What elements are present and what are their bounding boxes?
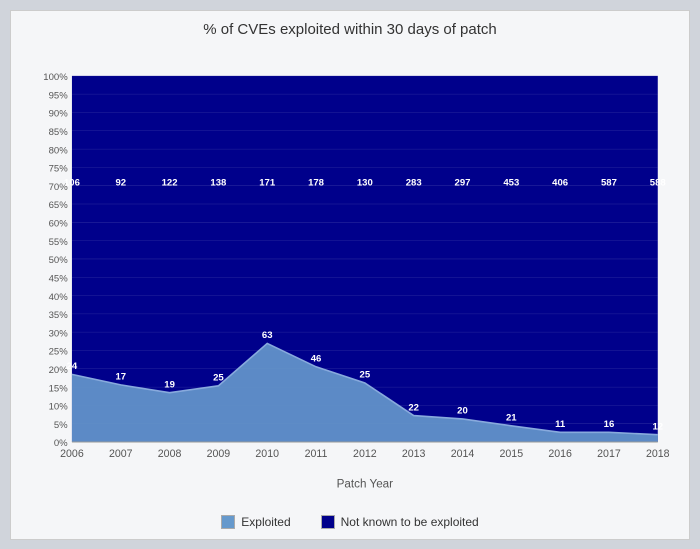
svg-text:2016: 2016 [548, 447, 572, 459]
svg-text:130: 130 [357, 177, 373, 188]
svg-text:Patch Year: Patch Year [337, 477, 394, 490]
svg-text:2018: 2018 [646, 447, 670, 459]
svg-text:12: 12 [652, 421, 663, 432]
svg-text:2011: 2011 [305, 447, 328, 459]
svg-text:283: 283 [406, 177, 422, 188]
svg-text:17: 17 [115, 371, 126, 382]
svg-text:25%: 25% [49, 346, 69, 357]
svg-text:406: 406 [552, 177, 568, 188]
svg-text:122: 122 [162, 177, 178, 188]
legend-exploited: Exploited [221, 515, 290, 529]
chart-legend: Exploited Not known to be exploited [221, 515, 478, 529]
svg-text:65%: 65% [49, 200, 69, 211]
svg-text:80%: 80% [49, 145, 69, 156]
svg-text:25: 25 [360, 369, 371, 380]
chart-container: % of CVEs exploited within 30 days of pa… [10, 10, 690, 540]
svg-text:2012: 2012 [353, 447, 377, 459]
svg-text:95%: 95% [49, 90, 69, 101]
svg-text:22: 22 [408, 402, 419, 413]
svg-text:453: 453 [503, 177, 519, 188]
svg-text:100%: 100% [43, 72, 68, 83]
svg-text:20%: 20% [49, 365, 69, 376]
svg-text:178: 178 [308, 177, 325, 188]
svg-text:45%: 45% [49, 273, 69, 284]
svg-text:171: 171 [259, 177, 276, 188]
svg-text:106: 106 [64, 177, 80, 188]
svg-text:19: 19 [164, 379, 175, 390]
svg-text:588: 588 [650, 177, 667, 188]
svg-text:2010: 2010 [255, 447, 279, 459]
svg-text:30%: 30% [49, 328, 69, 339]
legend-not-exploited-box [321, 515, 335, 529]
svg-text:46: 46 [311, 353, 322, 364]
svg-text:2006: 2006 [60, 447, 84, 459]
svg-text:92: 92 [115, 177, 126, 188]
svg-text:90%: 90% [49, 108, 69, 119]
svg-text:85%: 85% [49, 127, 69, 138]
legend-exploited-label: Exploited [241, 515, 290, 529]
svg-text:40%: 40% [49, 291, 69, 302]
chart-svg: 0%5%10%15%20%25%30%35%40%45%50%55%60%65%… [21, 44, 679, 511]
svg-text:297: 297 [455, 177, 471, 188]
svg-text:60%: 60% [49, 218, 69, 229]
svg-text:20: 20 [457, 405, 468, 416]
chart-area: 0%5%10%15%20%25%30%35%40%45%50%55%60%65%… [21, 44, 679, 511]
svg-text:15%: 15% [49, 383, 69, 394]
svg-text:55%: 55% [49, 236, 69, 247]
svg-text:50%: 50% [49, 255, 69, 266]
svg-text:2017: 2017 [597, 447, 621, 459]
svg-text:2015: 2015 [500, 447, 524, 459]
svg-text:21: 21 [506, 412, 517, 423]
svg-text:587: 587 [601, 177, 617, 188]
svg-text:2014: 2014 [451, 447, 475, 459]
legend-exploited-box [221, 515, 235, 529]
svg-text:2008: 2008 [158, 447, 182, 459]
svg-text:35%: 35% [49, 310, 69, 321]
chart-title: % of CVEs exploited within 30 days of pa… [203, 21, 497, 38]
legend-not-exploited: Not known to be exploited [321, 515, 479, 529]
svg-text:16: 16 [604, 418, 615, 429]
svg-text:11: 11 [555, 419, 566, 430]
svg-text:63: 63 [262, 330, 273, 341]
svg-text:75%: 75% [49, 163, 69, 174]
svg-text:138: 138 [210, 177, 227, 188]
legend-not-exploited-label: Not known to be exploited [341, 515, 479, 529]
svg-text:24: 24 [67, 361, 78, 372]
svg-text:10%: 10% [49, 401, 69, 412]
svg-text:2007: 2007 [109, 447, 133, 459]
svg-text:2009: 2009 [207, 447, 231, 459]
svg-text:25: 25 [213, 372, 224, 383]
svg-text:2013: 2013 [402, 447, 426, 459]
svg-text:5%: 5% [54, 419, 68, 430]
